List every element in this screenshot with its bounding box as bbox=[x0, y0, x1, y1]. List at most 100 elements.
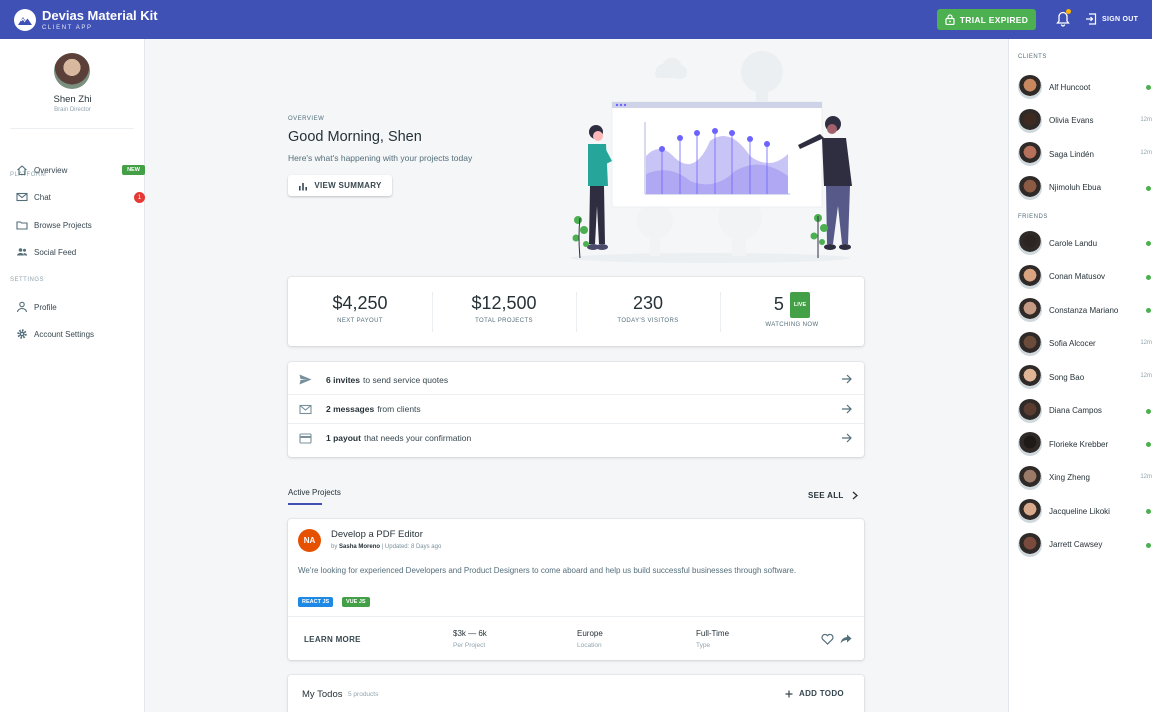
todos-count: 5 products bbox=[348, 691, 379, 698]
brand-title: Devias Material Kit bbox=[42, 7, 158, 23]
project-author[interactable]: Sasha Moreno bbox=[339, 544, 380, 550]
online-status-dot bbox=[1146, 85, 1151, 90]
contact-item[interactable]: Saga Lindén 12m bbox=[1018, 142, 1152, 166]
home-icon bbox=[17, 165, 27, 176]
project-card: NA Develop a PDF Editor by Sasha Moreno … bbox=[288, 519, 864, 660]
bar-chart-icon bbox=[299, 182, 308, 190]
contact-item[interactable]: Diana Campos bbox=[1018, 398, 1151, 423]
contact-name: Alf Huncoot bbox=[1049, 82, 1091, 92]
project-location-caption: Location bbox=[577, 642, 602, 649]
sign-out-button[interactable]: SIGN OUT bbox=[1085, 13, 1138, 25]
contact-item[interactable]: Jacqueline Likoki bbox=[1018, 499, 1151, 523]
online-status-dot bbox=[1146, 274, 1151, 280]
last-seen-time: 12m bbox=[1140, 116, 1152, 123]
user-avatar[interactable] bbox=[54, 53, 90, 89]
contact-item[interactable]: Xing Zheng 12m bbox=[1018, 465, 1152, 490]
learn-more-button[interactable]: LEARN MORE bbox=[304, 635, 361, 644]
contact-item[interactable]: Florieke Krebber bbox=[1018, 432, 1151, 456]
project-type: Full-Time bbox=[696, 629, 730, 638]
contact-avatar bbox=[1018, 532, 1042, 557]
sidebar-item-label: Browse Projects bbox=[34, 220, 92, 230]
contact-avatar bbox=[1018, 365, 1042, 389]
share-icon[interactable] bbox=[840, 634, 852, 644]
contact-name: Saga Lindén bbox=[1049, 149, 1094, 159]
contact-name: Song Bao bbox=[1049, 372, 1085, 382]
contact-name: Sofia Alcocer bbox=[1049, 339, 1096, 348]
friends-label: FRIENDS bbox=[1018, 214, 1048, 220]
notification-messages[interactable]: 2 messages from clients bbox=[288, 394, 864, 423]
plus-icon bbox=[785, 690, 793, 697]
right-sidebar: CLIENTS Alf Huncoot Olivia Evans 12m Saga L… bbox=[1008, 39, 1152, 712]
online-status-dot bbox=[1146, 509, 1151, 514]
stat-next-payout: $4,250 NEXT PAYOUT bbox=[288, 292, 432, 332]
folder-icon bbox=[16, 221, 28, 230]
contact-name: Xing Zheng bbox=[1049, 473, 1090, 482]
sidebar-item-social-feed[interactable]: Social Feed bbox=[16, 244, 134, 260]
arrow-right-icon[interactable] bbox=[841, 433, 852, 443]
notification-text: from clients bbox=[377, 404, 421, 414]
sidebar-item-profile[interactable]: Profile bbox=[16, 299, 134, 315]
hero-illustration bbox=[570, 51, 852, 263]
sidebar-item-account-settings[interactable]: Account Settings bbox=[16, 326, 134, 342]
stat-value: 5 bbox=[773, 293, 784, 314]
contact-item[interactable]: Olivia Evans 12m bbox=[1018, 108, 1152, 133]
live-badge: LIVE bbox=[789, 291, 811, 318]
overview-overline: OVERVIEW bbox=[288, 116, 325, 122]
user-name[interactable]: Shen Zhi bbox=[0, 94, 145, 105]
tab-indicator bbox=[288, 503, 322, 505]
arrow-right-icon[interactable] bbox=[841, 374, 852, 384]
contact-name: Olivia Evans bbox=[1049, 116, 1094, 125]
see-all-button[interactable]: SEE ALL bbox=[808, 491, 858, 500]
contact-item[interactable]: Constanza Mariano bbox=[1018, 298, 1151, 322]
notification-invites[interactable]: 6 invites to send service quotes bbox=[288, 365, 864, 394]
notification-count: 6 invites bbox=[326, 374, 361, 385]
heart-icon[interactable] bbox=[821, 633, 834, 645]
view-summary-button[interactable]: VIEW SUMMARY bbox=[288, 175, 392, 196]
section-label-settings: SETTINGS bbox=[10, 277, 45, 283]
last-seen-time: 12m bbox=[1140, 339, 1152, 346]
online-status-dot bbox=[1146, 308, 1151, 313]
contact-item[interactable]: Song Bao 12m bbox=[1018, 365, 1152, 389]
stat-label: TODAY'S VISITORS bbox=[617, 317, 679, 324]
brand-logo-icon[interactable] bbox=[14, 8, 36, 31]
contact-item[interactable]: Jarrett Cawsey bbox=[1018, 532, 1151, 557]
notification-text: that needs your confirmation bbox=[363, 433, 472, 443]
new-badge: NEW bbox=[122, 165, 145, 175]
project-avatar[interactable]: NA bbox=[298, 529, 321, 552]
sidebar-item-overview[interactable]: Overview NEW bbox=[16, 162, 145, 178]
person-icon bbox=[16, 301, 28, 313]
notification-payout[interactable]: 1 payout that needs your confirmation bbox=[288, 423, 864, 452]
people-icon bbox=[17, 248, 28, 256]
send-icon bbox=[299, 374, 312, 385]
trial-expired-button[interactable]: TRIAL EXPIRED bbox=[937, 9, 1036, 30]
sidebar-item-label: Account Settings bbox=[34, 329, 95, 339]
contact-item[interactable]: Njimoluh Ebua bbox=[1018, 175, 1151, 200]
contact-item[interactable]: Carole Landu bbox=[1018, 231, 1151, 255]
notification-count: 2 messages bbox=[326, 404, 375, 414]
arrow-right-icon[interactable] bbox=[841, 404, 852, 414]
sidebar-item-chat[interactable]: Chat 1 bbox=[16, 189, 145, 205]
brand[interactable]: Devias Material Kit CLIENT APP bbox=[42, 7, 158, 31]
project-title[interactable]: Develop a PDF Editor bbox=[331, 529, 423, 540]
contact-item[interactable]: Conan Matusov bbox=[1018, 264, 1151, 289]
contact-name: Jacqueline Likoki bbox=[1049, 506, 1110, 516]
view-summary-label: VIEW SUMMARY bbox=[314, 181, 382, 190]
project-description: We're looking for experienced Developers… bbox=[298, 566, 797, 575]
add-todo-button[interactable]: ADD TODO bbox=[785, 689, 844, 698]
sidebar-item-label: Social Feed bbox=[34, 247, 77, 257]
contact-item[interactable]: Alf Huncoot bbox=[1018, 75, 1151, 99]
project-type-caption: Type bbox=[696, 642, 711, 649]
contact-item[interactable]: Sofia Alcocer 12m bbox=[1018, 331, 1152, 356]
sidebar-item-label: Profile bbox=[34, 302, 57, 312]
sidebar-item-label: Overview bbox=[34, 165, 68, 175]
contact-avatar bbox=[1018, 331, 1042, 356]
contact-name: Carole Landu bbox=[1049, 238, 1098, 248]
contact-name: Constanza Mariano bbox=[1049, 305, 1119, 315]
notification-count: 1 payout bbox=[326, 433, 361, 443]
left-sidebar: Shen Zhi Brain Director PLATFORM Overvie… bbox=[0, 39, 145, 712]
contact-avatar bbox=[1018, 298, 1042, 322]
greeting-subtitle: Here's what's happening with your projec… bbox=[288, 153, 473, 163]
contact-name: Njimoluh Ebua bbox=[1049, 183, 1102, 192]
sidebar-item-browse-projects[interactable]: Browse Projects bbox=[16, 217, 134, 233]
tab-active-projects[interactable]: Active Projects bbox=[288, 488, 341, 497]
